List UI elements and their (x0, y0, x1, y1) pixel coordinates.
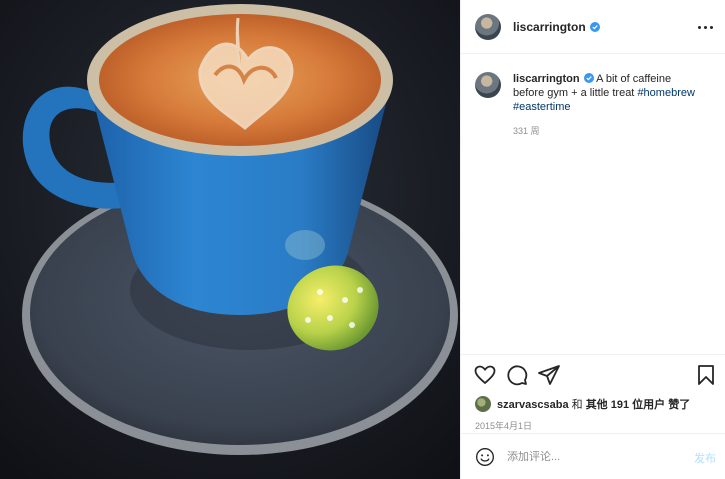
likes-others-link[interactable]: 其他 191 位用户 (586, 399, 665, 411)
verified-badge-icon (589, 21, 600, 32)
action-bar (461, 355, 725, 395)
liker-username[interactable]: szarvascsaba (497, 399, 569, 411)
likes-row: szarvascsaba 和 其他 191 位用户 赞了 (461, 395, 725, 413)
liker-avatar[interactable] (475, 396, 491, 412)
verified-badge-icon (583, 73, 594, 83)
more-options-icon[interactable] (695, 17, 715, 37)
heart-icon[interactable] (473, 363, 497, 387)
post-photo[interactable] (0, 0, 460, 479)
bookmark-icon[interactable] (694, 363, 718, 387)
coffee-cup-image (0, 0, 460, 479)
hashtag-eastertime[interactable]: #eastertime (513, 101, 570, 113)
caption: liscarrington A bit of caffeine before g… (461, 54, 725, 138)
comment-icon[interactable] (505, 363, 529, 387)
comment-input[interactable] (507, 450, 677, 463)
caption-username[interactable]: liscarrington (513, 73, 580, 85)
actions-area: szarvascsaba 和 其他 191 位用户 赞了 2015年4月1日 (461, 354, 725, 432)
caption-time: 331 周 (513, 126, 540, 136)
author-username[interactable]: liscarrington (513, 20, 586, 34)
share-icon[interactable] (537, 363, 561, 387)
author-avatar[interactable] (475, 13, 501, 40)
instagram-post: liscarrington liscarrington A bit of caf… (0, 0, 725, 479)
post-detail-panel: liscarrington liscarrington A bit of caf… (460, 0, 725, 479)
caption-body: liscarrington A bit of caffeine before g… (513, 72, 703, 138)
comment-box: 发布 (461, 433, 725, 479)
caption-avatar[interactable] (475, 72, 501, 98)
post-header: liscarrington (461, 0, 725, 54)
likes-connector: 和 (571, 399, 583, 411)
likes-suffix: 赞了 (668, 399, 691, 411)
post-date: 2015年4月1日 (475, 421, 533, 431)
post-comment-button[interactable]: 发布 (694, 450, 716, 466)
hashtag-homebrew[interactable]: #homebrew (637, 87, 694, 99)
emoji-icon[interactable] (475, 447, 495, 467)
